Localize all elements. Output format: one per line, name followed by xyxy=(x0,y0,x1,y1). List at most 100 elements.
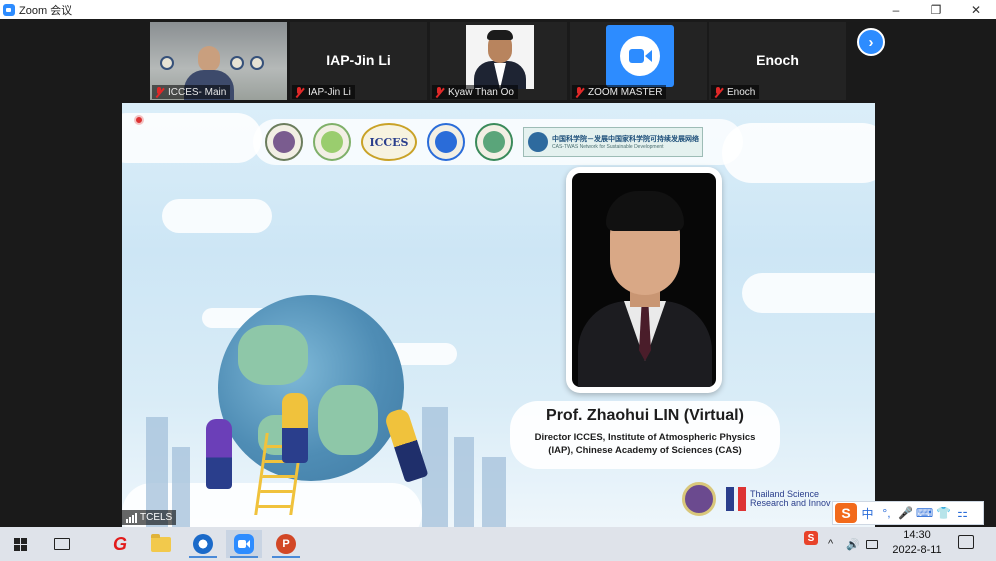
continent xyxy=(318,385,378,455)
mic-muted-icon xyxy=(434,86,444,98)
emblem-icon xyxy=(160,56,174,70)
cloud xyxy=(722,123,875,183)
ime-toolbox-icon[interactable]: ⚏ xyxy=(954,503,971,523)
next-page-button[interactable]: › xyxy=(857,28,885,56)
speaker-portrait-frame xyxy=(566,167,722,393)
mic-muted-icon xyxy=(713,86,723,98)
participant-tile-icces-main[interactable]: ICCES- Main xyxy=(150,22,287,100)
powerpoint-icon: P xyxy=(276,534,296,554)
restore-button[interactable]: ❐ xyxy=(916,0,956,19)
speaker-name: Prof. Zhaohui LIN (Virtual) xyxy=(546,407,744,424)
share-owner-name: TCELS xyxy=(140,512,173,523)
clock-time: 14:30 xyxy=(903,529,931,541)
sogou-logo-icon[interactable]: S xyxy=(835,503,857,523)
presentation-slide: ICCES 中国科学院－发展中国家科学院可持续发展网络 CAS-TWAS Net… xyxy=(122,103,875,527)
portrait-hair xyxy=(606,191,684,231)
ime-keyboard-icon[interactable]: ⌨ xyxy=(916,503,933,523)
network-icon[interactable] xyxy=(866,527,878,561)
cloud xyxy=(742,273,875,313)
clock-date: 2022-8-11 xyxy=(892,544,942,556)
participant-display-name: IAP-Jin Li xyxy=(326,52,391,68)
cas-twas-logo-line1: 中国科学院－发展中国家科学院可持续发展网络 xyxy=(552,136,699,143)
window-title: Zoom 会议 xyxy=(19,4,73,17)
building xyxy=(454,437,474,527)
zoom-logo-tile xyxy=(606,25,674,87)
speaker-title-line2: (IAP), Chinese Academy of Sciences (CAS) xyxy=(548,445,742,456)
screen-share-owner: TCELS xyxy=(122,510,177,525)
tsri-logo: Thailand Science Research and Innov xyxy=(726,487,831,511)
participant-tile-zoom-master[interactable]: ZOOM MASTER xyxy=(570,22,707,100)
sogou-tray-icon[interactable]: S xyxy=(804,531,818,545)
taskbar-zoom[interactable] xyxy=(226,530,262,558)
speaker-title-line1: Director ICCES, Institute of Atmospheric… xyxy=(534,432,756,443)
cas-twas-logo-line2: CAS-TWAS Network for Sustainable Develop… xyxy=(552,144,664,150)
participant-display-name: Enoch xyxy=(756,52,799,68)
participant-tile-kyaw-than-oo[interactable]: Kyaw Than Oo xyxy=(430,22,567,100)
ime-skin-icon[interactable]: 👕 xyxy=(935,503,952,523)
mic-muted-icon xyxy=(574,86,584,98)
participant-name: ICCES- Main xyxy=(168,86,227,98)
university-seal-icon xyxy=(265,123,303,161)
participant-strip: ICCES- Main IAP-Jin Li IAP-Jin Li Kyaw T… xyxy=(0,19,996,100)
ime-voice-icon[interactable]: 🎤 xyxy=(897,503,914,523)
notification-center-icon[interactable] xyxy=(958,535,974,549)
participant-label: Kyaw Than Oo xyxy=(432,85,518,99)
continent xyxy=(238,325,308,385)
participant-label: IAP-Jin Li xyxy=(292,85,355,99)
participant-label: ICCES- Main xyxy=(152,85,231,99)
earth-illustration xyxy=(218,295,404,481)
mic-muted-icon xyxy=(154,86,164,98)
participant-tile-iap-jin-li[interactable]: IAP-Jin Li IAP-Jin Li xyxy=(290,22,427,100)
zoom-camera-icon xyxy=(620,36,660,76)
emblem-icon xyxy=(250,56,264,70)
speaker-name-box: Prof. Zhaohui LIN (Virtual) Director ICC… xyxy=(510,401,780,469)
signal-bars-icon xyxy=(126,512,137,523)
emblem-logo-icon xyxy=(475,123,513,161)
start-button[interactable] xyxy=(2,530,38,558)
participant-photo xyxy=(466,25,534,89)
taskbar-powerpoint[interactable]: P xyxy=(268,530,304,558)
participant-name: Enoch xyxy=(727,86,756,98)
participant-label: Enoch xyxy=(711,85,760,99)
shared-screen: ICCES 中国科学院－发展中国家科学院可持续发展网络 CAS-TWAS Net… xyxy=(0,100,996,527)
participant-name: IAP-Jin Li xyxy=(308,86,351,98)
person-illustration xyxy=(282,393,308,463)
ime-toolbar: S 中 °, 🎤 ⌨ 👕 ⚏ xyxy=(832,501,984,525)
cloud xyxy=(162,199,272,233)
volume-icon[interactable]: 🔊 xyxy=(846,527,860,561)
zoom-icon xyxy=(234,534,254,554)
window-titlebar: Zoom 会议 – ❐ ✕ xyxy=(0,0,996,19)
speaker-portrait xyxy=(572,173,716,387)
taskbar-browser[interactable] xyxy=(185,530,221,558)
zoom-app-icon xyxy=(3,3,15,16)
windows-logo-icon xyxy=(13,537,27,551)
window-controls: – ❐ ✕ xyxy=(876,0,996,19)
participant-tile-enoch[interactable]: Enoch Enoch xyxy=(709,22,846,100)
institution-logos: ICCES 中国科学院－发展中国家科学院可持续发展网络 CAS-TWAS Net… xyxy=(253,119,743,165)
cas-emblem-icon xyxy=(528,132,548,152)
participant-head xyxy=(198,46,220,72)
emblem-icon xyxy=(230,56,244,70)
participant-name: ZOOM MASTER xyxy=(588,86,663,98)
mic-muted-icon xyxy=(294,86,304,98)
royal-seal-icon xyxy=(682,482,716,516)
taskbar-file-explorer[interactable] xyxy=(143,530,179,558)
participant-label: ZOOM MASTER xyxy=(572,85,667,99)
close-button[interactable]: ✕ xyxy=(956,0,996,19)
building xyxy=(482,457,506,527)
taskbar-clock[interactable]: 14:30 2022-8-11 xyxy=(884,528,950,558)
cas-twas-logo: 中国科学院－发展中国家科学院可持续发展网络 CAS-TWAS Network f… xyxy=(523,127,703,157)
task-view-button[interactable] xyxy=(44,530,80,558)
speaker-title: Director ICCES, Institute of Atmospheric… xyxy=(510,431,780,457)
leaf-logo-icon xyxy=(313,123,351,161)
icces-logo: ICCES xyxy=(361,123,417,161)
participant-name: Kyaw Than Oo xyxy=(448,86,514,98)
task-view-icon xyxy=(54,538,70,550)
minimize-button[interactable]: – xyxy=(876,0,916,19)
tray-overflow-chevron[interactable]: ^ xyxy=(828,527,833,561)
participant-hair xyxy=(487,30,513,40)
taskbar-app-red[interactable]: G xyxy=(102,530,138,558)
ime-punctuation[interactable]: °, xyxy=(878,503,895,523)
folder-icon xyxy=(151,533,171,552)
ime-chinese-mode[interactable]: 中 xyxy=(859,503,876,523)
